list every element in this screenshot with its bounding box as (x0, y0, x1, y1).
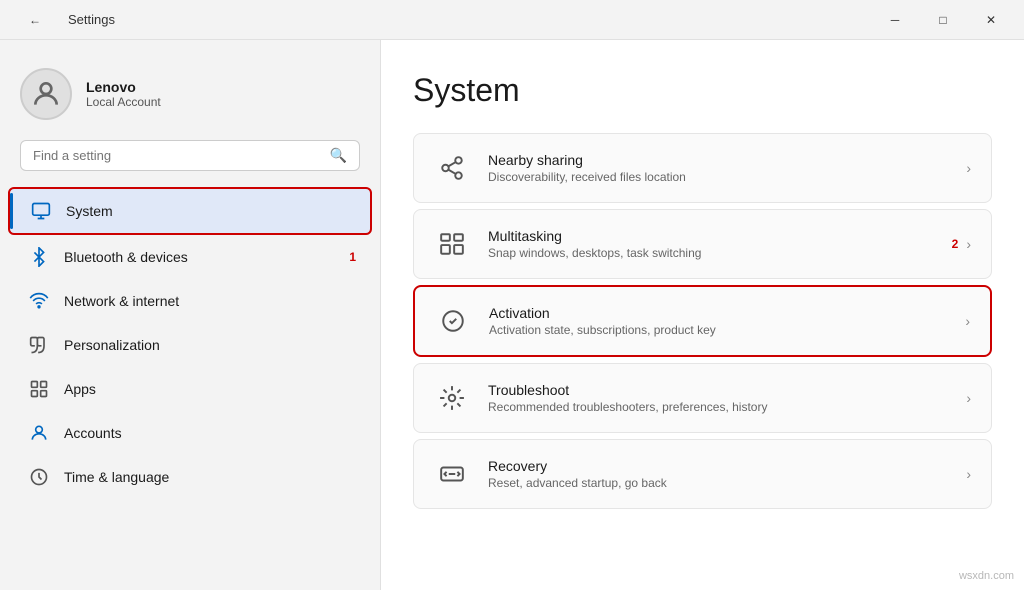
sidebar-item-apps[interactable]: Apps (8, 367, 372, 411)
setting-text-multitasking: Multitasking Snap windows, desktops, tas… (488, 228, 701, 260)
setting-text-recovery: Recovery Reset, advanced startup, go bac… (488, 458, 667, 490)
main-layout: Lenovo Local Account 🔍 System (0, 40, 1024, 590)
setting-left-troubleshoot: Troubleshoot Recommended troubleshooters… (434, 380, 767, 416)
content-area: System Nearby sharing Discoverability, r… (380, 40, 1024, 590)
accounts-icon (28, 422, 50, 444)
apps-icon (28, 378, 50, 400)
close-button[interactable]: ✕ (968, 4, 1014, 36)
activation-icon (435, 303, 471, 339)
watermark: wsxdn.com (959, 570, 1014, 582)
search-input[interactable] (33, 148, 330, 163)
minimize-button[interactable]: ─ (872, 4, 918, 36)
chevron-icon-multitasking: › (966, 236, 971, 252)
sidebar-item-label-network: Network & internet (64, 293, 179, 309)
share-icon (434, 150, 470, 186)
setting-item-troubleshoot[interactable]: Troubleshoot Recommended troubleshooters… (413, 363, 992, 433)
setting-text-nearby: Nearby sharing Discoverability, received… (488, 152, 686, 184)
recovery-icon (434, 456, 470, 492)
bluetooth-icon (28, 246, 50, 268)
setting-subtitle-activation: Activation state, subscriptions, product… (489, 323, 716, 337)
title-bar: ← Settings ─ □ ✕ (0, 0, 1024, 40)
user-name: Lenovo (86, 79, 161, 95)
setting-title-recovery: Recovery (488, 458, 667, 474)
badge-2-label: 2 (952, 237, 959, 251)
chevron-icon-recovery: › (966, 466, 971, 482)
setting-item-recovery[interactable]: Recovery Reset, advanced startup, go bac… (413, 439, 992, 509)
sidebar-item-label-time: Time & language (64, 469, 169, 485)
sidebar-item-accounts[interactable]: Accounts (8, 411, 372, 455)
user-type: Local Account (86, 95, 161, 109)
brush-icon (28, 334, 50, 356)
time-icon (28, 466, 50, 488)
maximize-button[interactable]: □ (920, 4, 966, 36)
setting-item-multitasking[interactable]: Multitasking Snap windows, desktops, tas… (413, 209, 992, 279)
sidebar-item-system[interactable]: System (8, 187, 372, 235)
setting-item-nearby-sharing[interactable]: Nearby sharing Discoverability, received… (413, 133, 992, 203)
page-title: System (413, 72, 992, 109)
bluetooth-badge: 1 (349, 250, 356, 264)
setting-text-troubleshoot: Troubleshoot Recommended troubleshooters… (488, 382, 767, 414)
multitasking-right: 2 › (952, 236, 971, 252)
sidebar-item-network[interactable]: Network & internet (8, 279, 372, 323)
setting-subtitle-multitasking: Snap windows, desktops, task switching (488, 246, 701, 260)
chevron-icon-activation: › (965, 313, 970, 329)
sidebar: Lenovo Local Account 🔍 System (0, 40, 380, 590)
setting-left-activation: Activation Activation state, subscriptio… (435, 303, 716, 339)
sidebar-item-time[interactable]: Time & language (8, 455, 372, 499)
sidebar-item-label-system: System (66, 203, 113, 219)
setting-left-multitasking: Multitasking Snap windows, desktops, tas… (434, 226, 701, 262)
sidebar-item-label-apps: Apps (64, 381, 96, 397)
setting-title-activation: Activation (489, 305, 716, 321)
setting-left-recovery: Recovery Reset, advanced startup, go bac… (434, 456, 667, 492)
avatar (20, 68, 72, 120)
user-info: Lenovo Local Account (86, 79, 161, 109)
search-icon: 🔍 (330, 147, 347, 164)
sidebar-item-label-accounts: Accounts (64, 425, 122, 441)
monitor-icon (30, 200, 52, 222)
troubleshoot-icon (434, 380, 470, 416)
chevron-icon-nearby: › (966, 160, 971, 176)
multitask-icon (434, 226, 470, 262)
search-box[interactable]: 🔍 (20, 140, 360, 171)
sidebar-item-bluetooth[interactable]: Bluetooth & devices 1 (8, 235, 372, 279)
setting-title-multitasking: Multitasking (488, 228, 701, 244)
setting-title-troubleshoot: Troubleshoot (488, 382, 767, 398)
setting-subtitle-recovery: Reset, advanced startup, go back (488, 476, 667, 490)
setting-subtitle-nearby: Discoverability, received files location (488, 170, 686, 184)
wifi-icon (28, 290, 50, 312)
sidebar-item-personalization[interactable]: Personalization (8, 323, 372, 367)
user-icon (30, 78, 62, 110)
user-profile[interactable]: Lenovo Local Account (0, 50, 380, 140)
setting-subtitle-troubleshoot: Recommended troubleshooters, preferences… (488, 400, 767, 414)
chevron-icon-troubleshoot: › (966, 390, 971, 406)
setting-text-activation: Activation Activation state, subscriptio… (489, 305, 716, 337)
title-bar-controls: ─ □ ✕ (872, 4, 1014, 36)
setting-title-nearby: Nearby sharing (488, 152, 686, 168)
setting-left-nearby: Nearby sharing Discoverability, received… (434, 150, 686, 186)
sidebar-item-label-bluetooth: Bluetooth & devices (64, 249, 188, 265)
back-button[interactable]: ← (12, 4, 58, 36)
setting-item-activation[interactable]: Activation Activation state, subscriptio… (413, 285, 992, 357)
title-bar-left: ← Settings (12, 4, 115, 36)
sidebar-item-label-personalization: Personalization (64, 337, 160, 353)
app-title: Settings (68, 12, 115, 27)
